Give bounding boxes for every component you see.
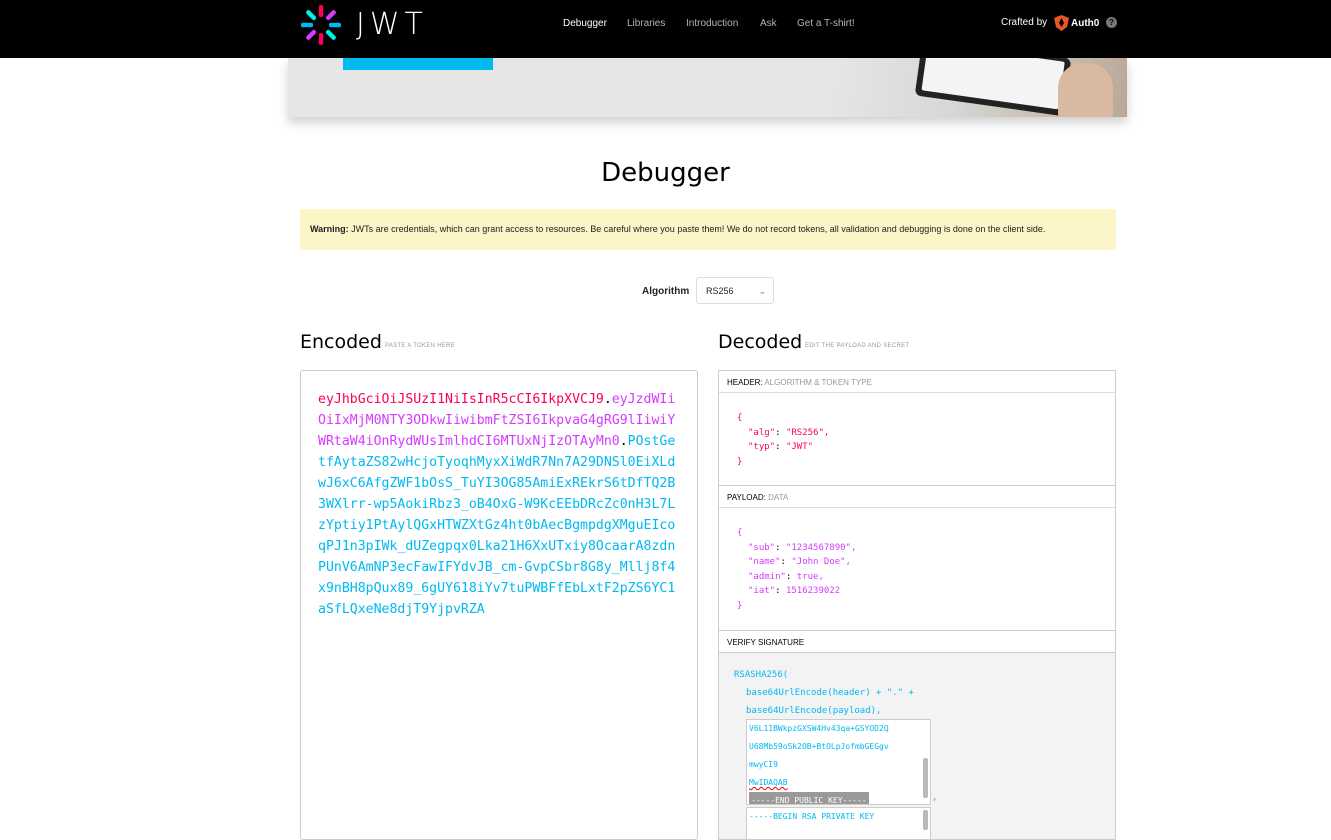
json-key: "typ": [748, 442, 776, 452]
public-key-textarea[interactable]: V6L11BWkpzGXSW4Hv43qa+GSYOD2Q U68Mb59oSk…: [746, 719, 931, 805]
verify-line-payload: base64UrlEncode(payload),: [746, 706, 882, 716]
verify-label: VERIFY SIGNATURE: [727, 638, 805, 647]
warning-banner: Warning: JWTs are credentials, which can…: [300, 209, 1116, 250]
hand-image: [1058, 63, 1113, 117]
json-brace: {: [737, 528, 743, 538]
nav-ask[interactable]: Ask: [760, 18, 777, 29]
token-dot: .: [619, 434, 628, 449]
key-line: MwIDAQAB: [749, 778, 788, 787]
nav-debugger[interactable]: Debugger: [563, 18, 607, 29]
json-value: "JWT": [785, 442, 814, 452]
jwt-logo-icon: [301, 5, 341, 45]
header-json-editor[interactable]: { "alg": "RS256", "typ": "JWT" }: [737, 411, 829, 469]
nav-introduction[interactable]: Introduction: [686, 18, 738, 29]
key-line: -----BEGIN RSA PRIVATE KEY: [749, 812, 875, 821]
private-key-textarea[interactable]: -----BEGIN RSA PRIVATE KEY: [746, 807, 931, 839]
auth0-link[interactable]: Auth0: [1054, 15, 1104, 31]
key-line: mwyCI9: [749, 760, 778, 769]
nav-libraries[interactable]: Libraries: [627, 18, 665, 29]
json-line: "typ": "JWT": [748, 442, 814, 452]
json-key: "name": [748, 557, 781, 567]
banner-button[interactable]: [343, 58, 493, 70]
algorithm-label: Algorithm: [642, 286, 690, 297]
promo-banner: [288, 58, 1127, 117]
payload-sublabel: DATA: [768, 493, 789, 502]
top-nav: JWT Debugger Libraries Introduction Ask …: [0, 0, 1331, 58]
warning-text: JWTs are credentials, which can grant ac…: [348, 224, 1046, 234]
header-sublabel: ALGORITHM & TOKEN TYPE: [764, 378, 872, 387]
key-line-selected: -----END PUBLIC KEY-----: [749, 792, 869, 804]
payload-section-label: PAYLOAD: DATA: [719, 486, 1115, 508]
json-value: 1516239022: [785, 586, 841, 596]
json-brace: {: [737, 413, 743, 423]
encoded-title: Encoded: [300, 331, 382, 353]
token-header-part: eyJhbGciOiJSUzI1NiIsInR5cCI6IkpXVCJ9: [318, 392, 604, 407]
json-line: "iat": 1516239022: [748, 586, 841, 596]
scrollbar[interactable]: [923, 810, 928, 830]
help-icon[interactable]: ?: [1106, 17, 1117, 28]
decoded-title: Decoded: [718, 331, 803, 353]
algorithm-value: RS256: [706, 286, 734, 296]
token-dot: .: [603, 392, 612, 407]
jwt-logo[interactable]: JWT: [300, 4, 430, 46]
json-value: true,: [796, 571, 824, 582]
header-section-label: HEADER: ALGORITHM & TOKEN TYPE: [719, 371, 1115, 393]
json-value: "RS256",: [785, 427, 830, 438]
logo-text: JWT: [356, 7, 428, 42]
auth0-text: Auth0: [1071, 18, 1100, 29]
decoded-panel: HEADER: ALGORITHM & TOKEN TYPE { "alg": …: [718, 370, 1116, 840]
token-signature-part: POstGetfAytaZS82wHcjoTyoqhMyxXiWdR7Nn7A2…: [318, 434, 676, 617]
encoded-token-input[interactable]: eyJhbGciOiJSUzI1NiIsInR5cCI6IkpXVCJ9.eyJ…: [300, 370, 698, 840]
json-brace: }: [737, 600, 743, 611]
json-key: "sub": [748, 542, 776, 553]
encoded-subtitle: PASTE A TOKEN HERE: [385, 343, 456, 349]
warning-label: Warning:: [310, 224, 349, 234]
json-line: "alg": "RS256",: [748, 427, 830, 438]
json-brace: }: [737, 456, 743, 467]
json-value: "John Doe",: [791, 557, 851, 567]
verify-section-label: VERIFY SIGNATURE: [719, 631, 1115, 653]
crafted-by-text: Crafted by: [1001, 17, 1048, 28]
payload-json-editor[interactable]: { "sub": "1234567890", "name": "John Doe…: [737, 526, 856, 613]
page-title: Debugger: [601, 158, 730, 188]
nav-tshirt[interactable]: Get a T-shirt!: [797, 18, 855, 29]
header-label: HEADER:: [727, 378, 763, 387]
json-key: "iat": [748, 586, 776, 596]
decoded-subtitle: EDIT THE PAYLOAD AND SECRET: [805, 343, 910, 349]
key-line: V6L11BWkpzGXSW4Hv43qa+GSYOD2Q: [749, 724, 889, 733]
json-line: "name": "John Doe",: [748, 557, 851, 567]
verify-line-header: base64UrlEncode(header) + "." +: [746, 688, 914, 698]
json-line: "admin": true,: [748, 571, 824, 582]
chevron-down-icon: ⌄: [758, 286, 766, 296]
auth0-icon: [1054, 15, 1069, 31]
json-key: "admin": [748, 571, 786, 582]
comma: ,: [932, 793, 938, 803]
scrollbar[interactable]: [923, 758, 928, 798]
json-value: "1234567890",: [785, 542, 857, 553]
payload-label: PAYLOAD:: [727, 493, 766, 502]
verify-fn: RSASHA256(: [734, 670, 789, 680]
key-line: U68Mb59oSk2OB+BtOLpJofmbGEGgv: [749, 742, 889, 751]
json-line: "sub": "1234567890",: [748, 542, 857, 553]
json-key: "alg": [748, 427, 776, 438]
algorithm-select[interactable]: RS256 ⌄: [696, 277, 774, 304]
verify-signature-section: RSASHA256( base64UrlEncode(header) + "."…: [719, 653, 1115, 839]
